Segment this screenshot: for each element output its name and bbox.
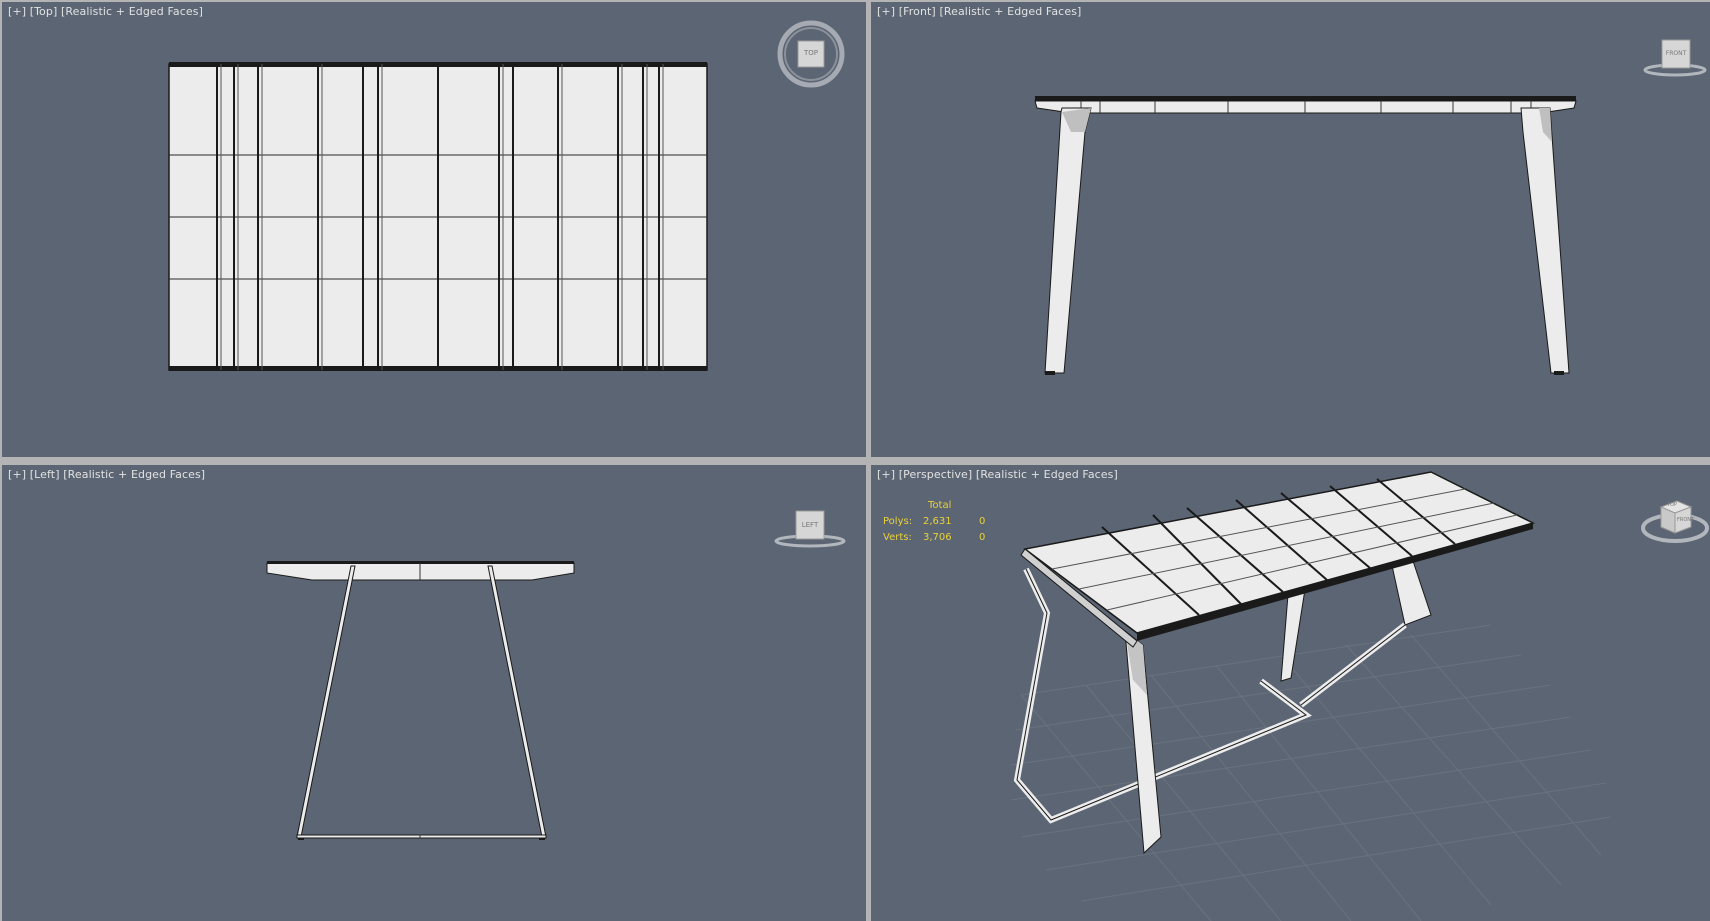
ground-grid — [1010, 624, 1612, 921]
viewport-top[interactable]: [+] [Top] [Realistic + Edged Faces] TOP — [2, 2, 866, 457]
top-view-model — [168, 62, 708, 371]
perspective-view-model — [1010, 471, 1612, 921]
front-view-model — [1034, 96, 1577, 375]
left-view-model — [266, 561, 575, 840]
viewcube-label: TOP — [803, 49, 818, 57]
viewcube-label: TOP — [1667, 502, 1678, 508]
viewcube-front[interactable]: FRONT — [1641, 30, 1707, 80]
viewcube-label: FRONT — [1665, 50, 1687, 57]
viewport-perspective[interactable]: [+] [Perspective] [Realistic + Edged Fac… — [871, 465, 1710, 921]
viewcube-perspective[interactable]: TOP FRONT — [1639, 493, 1709, 553]
viewport-left[interactable]: [+] [Left] [Realistic + Edged Faces] LEF… — [2, 465, 866, 921]
viewport-front[interactable]: [+] [Front] [Realistic + Edged Faces] FR… — [871, 2, 1710, 457]
viewcube-label: LEFT — [801, 521, 819, 529]
viewcube-top[interactable]: TOP — [776, 19, 846, 89]
viewcube-label-front: FRONT — [1677, 517, 1695, 523]
viewcube-left[interactable]: LEFT — [772, 501, 848, 551]
